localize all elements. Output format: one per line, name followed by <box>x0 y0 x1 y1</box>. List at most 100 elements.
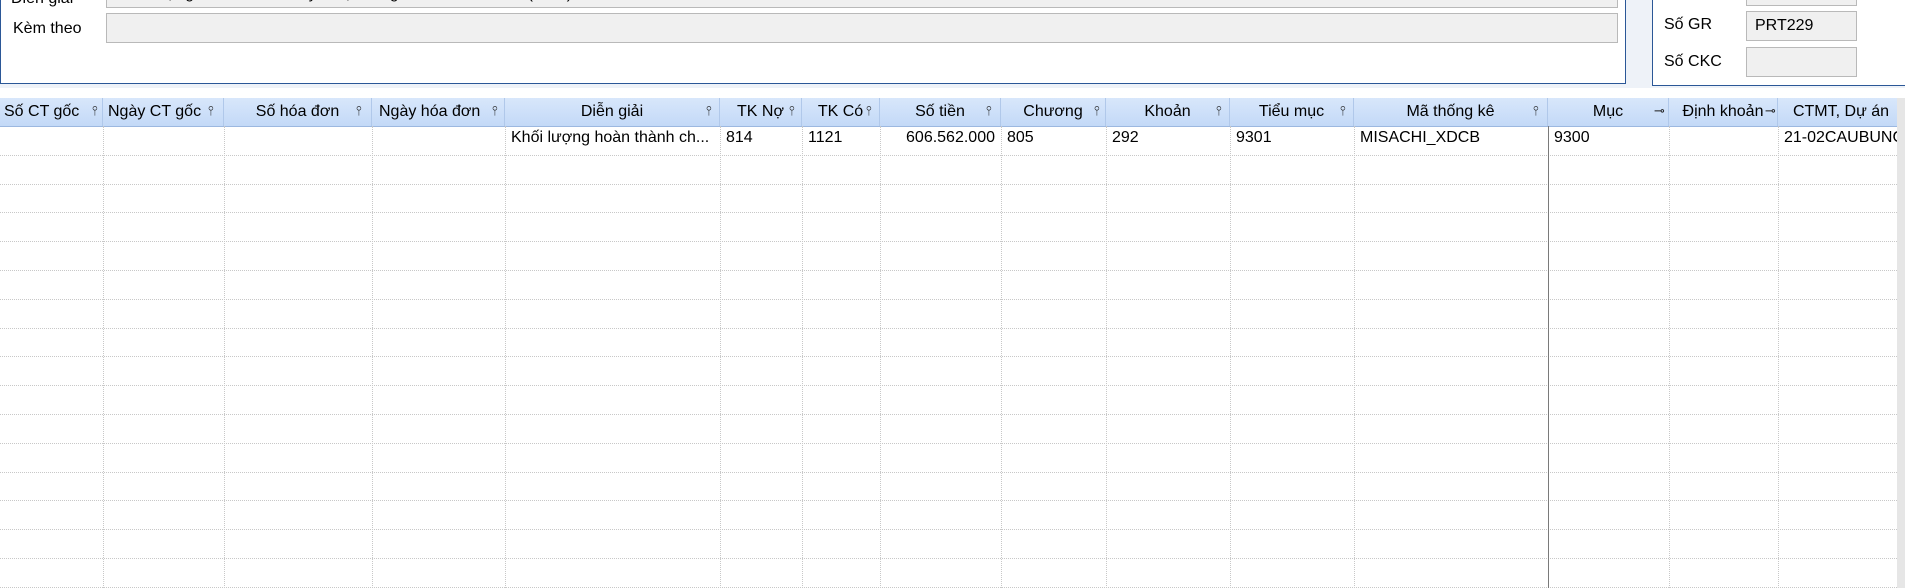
row-divider <box>0 356 1905 357</box>
cell-ngay-ct-goc[interactable] <box>103 126 224 154</box>
cell-tk-no[interactable]: 814 <box>720 126 802 154</box>
top-right-input[interactable] <box>1746 0 1857 6</box>
column-header-so-tien[interactable]: Số tiền <box>880 98 1001 126</box>
row-divider <box>0 270 1905 271</box>
unpin-icon[interactable]: ⊸ <box>1654 98 1665 126</box>
column-divider <box>1354 126 1355 588</box>
row-divider <box>0 299 1905 300</box>
cell-ma-thong-ke[interactable]: MISACHI_XDCB <box>1354 126 1548 154</box>
pin-icon[interactable]: ⫯ <box>356 98 362 126</box>
so-ckc-input[interactable] <box>1746 47 1857 77</box>
column-header-label: Diễn giải <box>580 103 644 120</box>
column-header-ngay-hoa-don[interactable]: Ngày hóa đơn <box>372 98 505 126</box>
pin-icon[interactable]: ⫯ <box>866 98 872 126</box>
column-header-label: Định khoản <box>1682 103 1764 120</box>
column-header-label: Số hóa đơn <box>255 103 340 120</box>
column-divider <box>103 126 104 588</box>
column-divider <box>372 126 373 588</box>
accounting-entries-grid: Số CT gốc ⫯ Ngày CT gốc ⫯ Số hóa đơn ⫯ Ngày hó… <box>0 98 1905 588</box>
cell-muc[interactable]: 9300 <box>1548 126 1669 154</box>
cell-so-tien[interactable]: 606.562.000 <box>880 126 1001 154</box>
column-header-label: Số CT gốc <box>4 103 80 120</box>
row-divider <box>0 500 1905 501</box>
pin-icon[interactable]: ⫯ <box>208 98 214 126</box>
row-divider <box>0 184 1905 185</box>
cell-dien-giai[interactable]: Khối lượng hoàn thành ch... <box>505 126 720 154</box>
pin-icon[interactable]: ⫯ <box>789 98 795 126</box>
cell-so-ct-goc[interactable] <box>0 126 103 154</box>
column-header-label: Mục <box>1592 103 1624 120</box>
column-header-muc[interactable]: Mục <box>1548 98 1669 126</box>
cell-so-hoa-don[interactable] <box>224 126 372 154</box>
voucher-number-panel: Số GR PRT229 Số CKC <box>1652 0 1905 86</box>
row-divider <box>0 241 1905 242</box>
column-header-label: Mã thống kê <box>1406 103 1495 120</box>
pin-icon[interactable]: ⫯ <box>1216 98 1222 126</box>
column-divider <box>720 126 721 588</box>
voucher-info-panel: Diễn giải Khối lượng hoàn thành chuyển t… <box>0 0 1626 84</box>
cell-ctmt[interactable]: 21-02CAUBUNG <box>1778 126 1905 154</box>
so-ckc-label: Số CKC <box>1664 53 1722 70</box>
column-header-label: CTMT, Dự án <box>1792 103 1890 120</box>
cell-tk-co[interactable]: 1121 <box>802 126 880 154</box>
pin-icon[interactable]: ⫯ <box>92 98 98 126</box>
grid-body: Khối lượng hoàn thành ch... 814 1121 606.56… <box>0 126 1905 588</box>
column-header-label: Ngày CT gốc <box>108 103 202 120</box>
column-divider <box>802 126 803 588</box>
row-divider <box>0 529 1905 530</box>
row-divider <box>0 155 1905 156</box>
column-header-ctmt[interactable]: CTMT, Dự án <box>1778 98 1905 126</box>
row-divider <box>0 443 1905 444</box>
column-header-tieu-muc[interactable]: Tiểu mục <box>1230 98 1354 126</box>
column-header-so-ct-goc[interactable]: Số CT gốc <box>0 98 103 126</box>
column-header-so-hoa-don[interactable]: Số hóa đơn <box>224 98 372 126</box>
column-header-chuong[interactable]: Chương <box>1001 98 1106 126</box>
pin-icon[interactable]: ⫯ <box>1340 98 1346 126</box>
pin-icon[interactable]: ⫯ <box>492 98 498 126</box>
vertical-scrollbar[interactable] <box>1897 98 1905 588</box>
voucher-form: Diễn giải Khối lượng hoàn thành chuyển t… <box>0 0 1905 88</box>
column-header-dinh-khoan[interactable]: Định khoản <box>1669 98 1778 126</box>
row-divider <box>0 558 1905 559</box>
row-divider <box>0 385 1905 386</box>
column-divider <box>1778 126 1779 588</box>
cell-chuong[interactable]: 805 <box>1001 126 1106 154</box>
unpin-icon[interactable]: ⊸ <box>1765 98 1776 126</box>
so-gr-input[interactable]: PRT229 <box>1746 11 1857 41</box>
column-divider <box>1669 126 1670 588</box>
column-header-label: Số tiền <box>915 103 965 120</box>
column-divider <box>1548 126 1549 588</box>
row-divider <box>0 328 1905 329</box>
cell-tieu-muc[interactable]: 9301 <box>1230 126 1354 154</box>
kem-theo-input[interactable] <box>106 13 1618 43</box>
pin-icon[interactable]: ⫯ <box>986 98 992 126</box>
column-header-ma-thong-ke[interactable]: Mã thống kê <box>1354 98 1548 126</box>
column-header-label: Chương <box>1023 103 1083 120</box>
so-gr-label: Số GR <box>1664 16 1713 33</box>
column-divider <box>1001 126 1002 588</box>
column-header-ngay-ct-goc[interactable]: Ngày CT gốc <box>103 98 224 126</box>
column-divider <box>505 126 506 588</box>
row-divider <box>0 212 1905 213</box>
cell-dinh-khoan[interactable] <box>1669 126 1778 154</box>
row-divider <box>0 472 1905 473</box>
cell-ngay-hoa-don[interactable] <box>372 126 505 154</box>
column-divider <box>880 126 881 588</box>
table-row[interactable]: Khối lượng hoàn thành ch... 814 1121 606.56… <box>0 126 1905 154</box>
row-divider <box>0 414 1905 415</box>
pin-icon[interactable]: ⫯ <box>1094 98 1100 126</box>
column-divider <box>224 126 225 588</box>
grid-header: Số CT gốc ⫯ Ngày CT gốc ⫯ Số hóa đơn ⫯ Ngày hó… <box>0 98 1905 127</box>
column-header-khoan[interactable]: Khoản <box>1106 98 1230 126</box>
column-divider <box>1230 126 1231 588</box>
kem-theo-label: Kèm theo <box>13 20 82 37</box>
pin-icon[interactable]: ⫯ <box>1533 98 1539 126</box>
column-header-label: Ngày hóa đơn <box>379 103 481 120</box>
pin-icon[interactable]: ⫯ <box>706 98 712 126</box>
column-divider <box>1106 126 1107 588</box>
dien-giai-input[interactable]: Khối lượng hoàn thành chuyển tạm ứng thà… <box>106 0 1618 8</box>
cell-khoan[interactable]: 292 <box>1106 126 1230 154</box>
column-header-label: Tiểu mục <box>1258 103 1325 120</box>
column-header-dien-giai[interactable]: Diễn giải <box>505 98 720 126</box>
dien-giai-label: Diễn giải <box>11 0 73 8</box>
